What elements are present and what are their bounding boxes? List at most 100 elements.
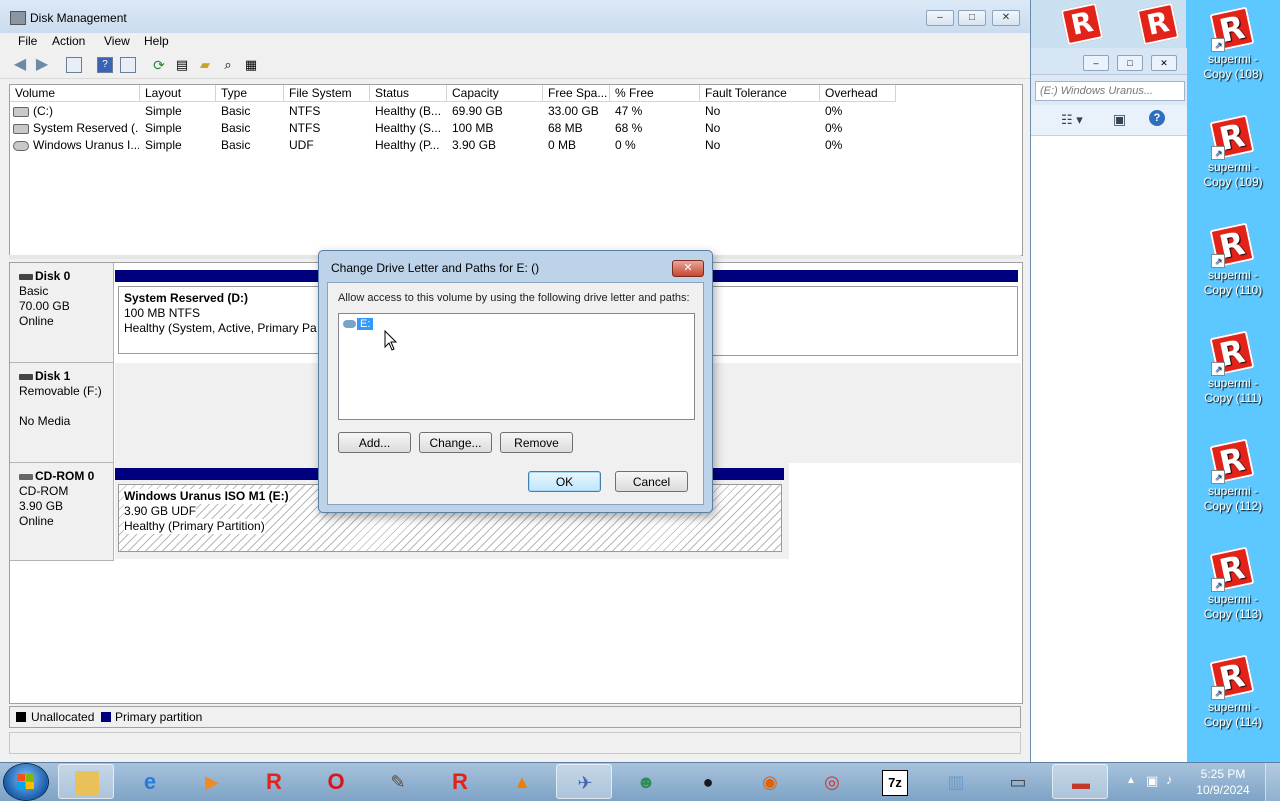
cell-status: Healthy (P... [375,138,440,152]
forward-arrow-icon[interactable]: ▶ [34,57,50,73]
taskbar-firefox[interactable]: ◉ [742,764,798,799]
change-drive-letter-dialog[interactable]: Change Drive Letter and Paths for E: () … [318,250,713,513]
taskbar-terminal[interactable]: ▭ [990,764,1046,799]
menu-file[interactable]: File [18,34,37,48]
taskbar-media-player[interactable]: ▶ [184,764,240,799]
add-button[interactable]: Add... [338,432,411,453]
taskbar-gimp[interactable]: ✎ [370,764,426,799]
system-reserved-partition[interactable]: System Reserved (D:) 100 MB NTFS Healthy… [118,286,323,354]
network-icon[interactable]: ▣ [1146,773,1158,789]
column-header-layout[interactable]: Layout [140,85,216,102]
change-button[interactable]: Change... [419,432,492,453]
properties-icon[interactable] [120,57,136,73]
legend-primary-partition: Primary partition [115,710,203,724]
internet-explorer-icon: e [143,769,157,794]
search-input[interactable]: (E:) Windows Uranus... [1035,81,1185,101]
minimize-button[interactable]: – [926,10,954,26]
taskbar-toolbox[interactable]: ▬ [1052,764,1108,799]
column-header-file-system[interactable]: File System [284,85,370,102]
clock[interactable]: 5:25 PM 10/9/2024 [1183,766,1263,798]
volume-icon [13,106,29,117]
desktop-shortcut[interactable]: R ↗ supermi - Copy (109) [1188,114,1278,190]
column-header-free-space[interactable]: Free Spa... [543,85,610,102]
desktop-shortcut[interactable]: R ↗ supermi - Copy (110) [1188,222,1278,298]
cell-fault-tolerance: No [705,138,721,152]
cancel-button[interactable]: Cancel [615,471,688,492]
disk-1-label[interactable]: Disk 1 Removable (F:) No Media [10,363,114,463]
settings-icon[interactable]: ▦ [243,57,259,73]
show-desktop-button[interactable] [1265,763,1280,801]
maximize-button[interactable]: □ [958,10,986,26]
taskbar-chrome[interactable]: ◎ [804,764,860,799]
column-header-status[interactable]: Status [370,85,447,102]
unallocated-swatch [16,712,26,722]
column-header-capacity[interactable]: Capacity [447,85,543,102]
menu-view[interactable]: View [104,34,130,48]
desktop-shortcut[interactable]: R ↗ supermi - Copy (112) [1188,438,1278,514]
search-icon[interactable]: ⌕ [220,57,236,73]
remove-button[interactable]: Remove [500,432,573,453]
disk-0-label[interactable]: Disk 0 Basic 70.00 GB Online [10,263,114,363]
list-item[interactable]: E: [343,317,374,332]
background-explorer-window[interactable]: – □ ✕ (E:) Windows Uranus... ☷ ▾ ▣ ? [1030,48,1187,762]
column-header-fault-tolerance[interactable]: Fault Tolerance [700,85,820,102]
rescan-disks-icon[interactable]: ▤ [174,57,190,73]
taskbar-opera[interactable]: O [308,764,364,799]
back-arrow-icon[interactable]: ◀ [12,57,28,73]
show-hide-console-tree-icon[interactable] [66,57,82,73]
desktop-shortcut[interactable]: R ↗ supermi - Copy (113) [1188,546,1278,622]
refresh-icon[interactable]: ⟳ [151,57,167,73]
table-row[interactable]: System Reserved (... [13,120,139,137]
ok-button[interactable]: OK [528,471,601,492]
menu-help[interactable]: Help [144,34,169,48]
taskbar-app[interactable]: ● [680,764,736,799]
taskbar-roblox[interactable]: R [432,764,488,799]
taskbar-vlc[interactable]: ▲ [494,764,550,799]
column-header-volume[interactable]: Volume [10,85,140,102]
shortcut-label-line1: supermi - [1207,592,1258,606]
taskbar-image-viewer[interactable]: ▥ [928,764,984,799]
column-header-overhead[interactable]: Overhead [820,85,896,102]
help-icon[interactable]: ? [1149,110,1165,126]
column-header-percent-free[interactable]: % Free [610,85,700,102]
minimize-button[interactable]: – [1083,55,1109,71]
help-icon[interactable]: ? [97,57,113,73]
desktop-shortcut[interactable]: R ↗ supermi - Copy (111) [1188,330,1278,406]
roblox-shortcut-icon-partial[interactable]: R [1060,2,1108,46]
background-window-titlebar[interactable]: – □ ✕ [1031,48,1187,75]
dialog-close-button[interactable]: ✕ [672,260,704,277]
volume-list[interactable]: Volume Layout Type File System Status Ca… [9,84,1023,256]
taskbar-7zip[interactable]: 7z [866,764,922,799]
start-button[interactable] [4,764,48,800]
c-drive-partition[interactable] [710,286,1018,356]
column-header-type[interactable]: Type [216,85,284,102]
desktop-shortcut[interactable]: R ↗ supermi - Copy (108) [1188,6,1278,82]
taskbar-internet-explorer[interactable]: e [122,764,178,799]
toolbar: ◀ ▶ ? ⟳ ▤ ▰ ⌕ ▦ [0,51,1030,79]
desktop-shortcut[interactable]: R ↗ supermi - Copy (114) [1188,654,1278,730]
titlebar[interactable]: Disk Management – □ ✕ [0,0,1030,33]
primary-partition-swatch [101,712,111,722]
taskbar-roblox[interactable]: R [246,764,302,799]
preview-pane-icon[interactable]: ▣ [1113,111,1126,128]
roblox-icon: R [452,769,468,794]
table-row[interactable]: Windows Uranus I... [13,137,139,154]
drive-icon [343,320,356,329]
roblox-icon: R ↗ [1209,222,1255,268]
close-button[interactable]: ✕ [1151,55,1177,71]
menu-action[interactable]: Action [52,34,85,48]
view-options-icon[interactable]: ☷ ▾ [1061,112,1083,128]
roblox-shortcut-icon-partial[interactable]: R [1136,2,1184,46]
taskbar-explorer[interactable] [58,764,114,799]
cdrom-0-label[interactable]: CD-ROM 0 CD-ROM 3.90 GB Online [10,463,114,561]
table-row[interactable]: (C:) [13,103,139,120]
show-hidden-icons-icon[interactable]: ▲ [1126,775,1136,786]
open-folder-icon[interactable]: ▰ [197,57,213,73]
taskbar-disk-management[interactable]: ✈ [556,764,612,799]
disk-management-icon [10,11,26,25]
maximize-button[interactable]: □ [1117,55,1143,71]
taskbar-messenger[interactable]: ☻ [618,764,674,799]
volume-icon[interactable]: ♪ [1166,772,1173,787]
close-button[interactable]: ✕ [992,10,1020,26]
roblox-icon: R ↗ [1209,6,1255,52]
